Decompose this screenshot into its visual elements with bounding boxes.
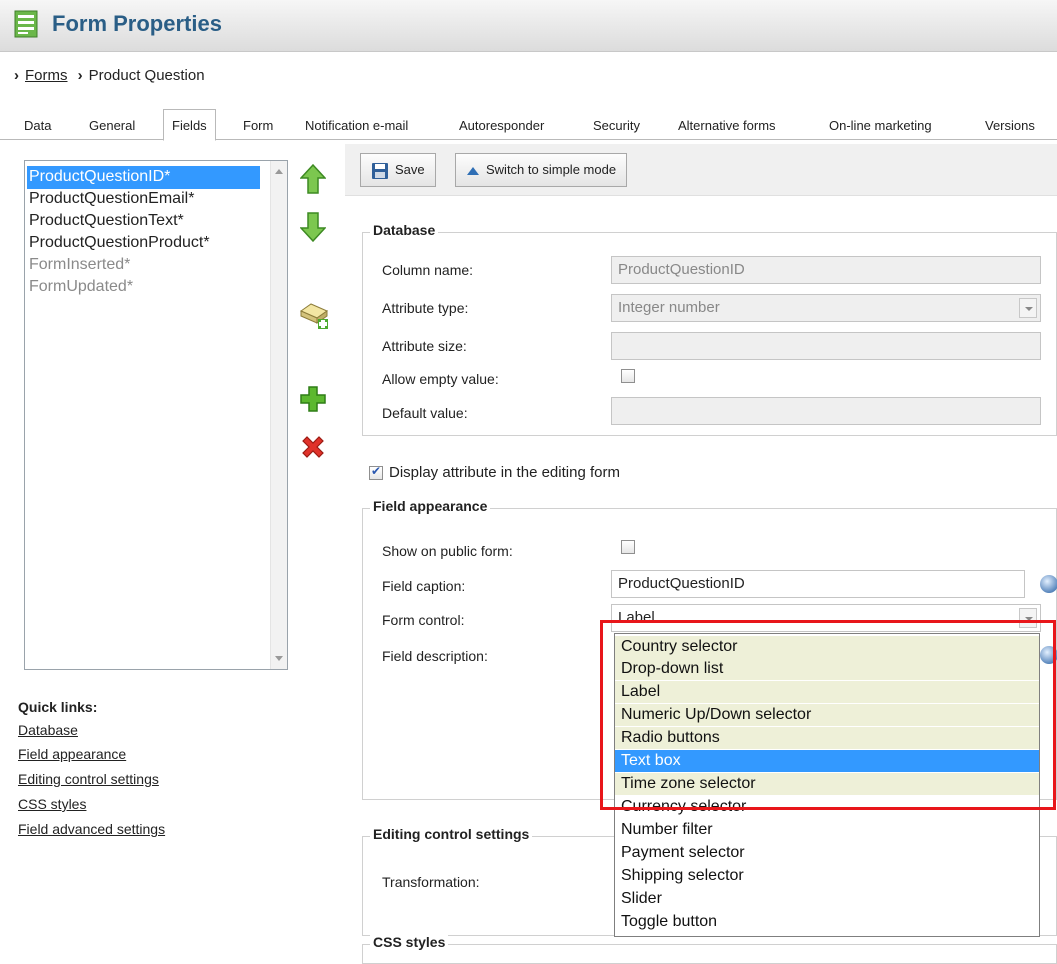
form-control-label: Form control: [382, 612, 465, 628]
editor-toolbar [345, 144, 1057, 196]
quick-links-title: Quick links: [18, 699, 98, 715]
field-list[interactable]: ProductQuestionID* ProductQuestionEmail*… [24, 160, 288, 670]
quick-link-field-advanced-settings[interactable]: Field advanced settings [18, 821, 165, 837]
globe-icon[interactable] [1040, 575, 1057, 593]
save-button-label: Save [395, 162, 425, 177]
show-public-label: Show on public form: [382, 543, 513, 559]
display-attribute-checkbox[interactable] [369, 464, 383, 480]
breadcrumb-arrow-icon: › [14, 67, 19, 84]
triangle-up-icon [467, 166, 479, 175]
chevron-down-icon[interactable] [1019, 298, 1037, 318]
tab-bar: Data General Fields Form Notification e-… [0, 109, 1057, 141]
field-list-item[interactable]: FormUpdated* [27, 276, 133, 299]
tab-notification-email[interactable]: Notification e-mail [305, 118, 408, 133]
tab-general[interactable]: General [89, 118, 135, 133]
switch-simple-mode-label: Switch to simple mode [486, 162, 617, 177]
dropdown-option[interactable]: Slider [615, 888, 1039, 910]
quick-link-editing-control-settings[interactable]: Editing control settings [18, 771, 159, 787]
tab-versions[interactable]: Versions [985, 118, 1035, 133]
tab-fields[interactable]: Fields [163, 109, 216, 141]
dropdown-option[interactable]: Payment selector [615, 842, 1039, 864]
field-list-item[interactable]: ProductQuestionProduct* [27, 232, 210, 255]
dropdown-option[interactable]: Toggle button [615, 911, 1039, 933]
attribute-type-select[interactable]: Integer number [611, 294, 1041, 322]
transformation-label: Transformation: [382, 874, 480, 890]
css-styles-legend: CSS styles [370, 934, 449, 950]
tab-data[interactable]: Data [24, 118, 51, 133]
tab-form[interactable]: Form [243, 118, 273, 133]
default-value-label: Default value: [382, 405, 468, 421]
tab-autoresponder[interactable]: Autoresponder [459, 118, 544, 133]
breadcrumb-arrow-icon: › [77, 67, 83, 84]
field-description-label: Field description: [382, 648, 488, 664]
field-list-item[interactable]: FormInserted* [27, 254, 130, 277]
allow-empty-checkbox[interactable] [621, 369, 635, 383]
column-name-label: Column name: [382, 262, 474, 278]
scroll-down-icon[interactable] [275, 656, 283, 661]
tab-online-marketing[interactable]: On-line marketing [829, 118, 932, 133]
allow-empty-label: Allow empty value: [382, 371, 499, 387]
move-up-icon[interactable] [300, 164, 326, 194]
breadcrumb: › Forms › Product Question [14, 67, 205, 84]
attribute-size-input[interactable] [611, 332, 1041, 360]
save-button[interactable]: Save [360, 153, 436, 187]
attribute-size-label: Attribute size: [382, 338, 467, 354]
quick-link-field-appearance[interactable]: Field appearance [18, 746, 126, 762]
move-down-icon[interactable] [300, 212, 326, 242]
tab-security[interactable]: Security [593, 118, 640, 133]
form-document-icon [14, 10, 38, 38]
show-public-checkbox[interactable] [621, 540, 635, 554]
field-appearance-legend: Field appearance [370, 498, 491, 514]
page-title: Form Properties [52, 11, 222, 36]
quick-link-css-styles[interactable]: CSS styles [18, 796, 86, 812]
save-icon [372, 162, 388, 179]
field-list-item[interactable]: ProductQuestionID* [27, 166, 260, 189]
switch-simple-mode-button[interactable]: Switch to simple mode [455, 153, 628, 187]
new-category-icon[interactable] [299, 302, 329, 330]
field-caption-input[interactable]: ProductQuestionID [611, 570, 1025, 598]
delete-field-icon[interactable] [300, 434, 326, 460]
field-list-scrollbar[interactable] [270, 161, 287, 669]
css-styles-section [362, 944, 1057, 964]
attribute-type-label: Attribute type: [382, 300, 469, 316]
scroll-up-icon[interactable] [275, 169, 283, 174]
breadcrumb-current: Product Question [88, 67, 205, 84]
dropdown-option[interactable]: Shipping selector [615, 865, 1039, 887]
dropdown-option[interactable]: Number filter [615, 819, 1039, 841]
editing-control-legend: Editing control settings [370, 826, 533, 842]
field-caption-label: Field caption: [382, 578, 466, 594]
field-list-item[interactable]: ProductQuestionText* [27, 210, 184, 233]
database-legend: Database [370, 222, 439, 238]
tab-alternative-forms[interactable]: Alternative forms [678, 118, 776, 133]
column-name-input[interactable]: ProductQuestionID [611, 256, 1041, 284]
attribute-type-value: Integer number [618, 299, 720, 316]
default-value-input[interactable] [611, 397, 1041, 425]
quick-link-database[interactable]: Database [18, 722, 78, 738]
field-list-item[interactable]: ProductQuestionEmail* [27, 188, 194, 211]
breadcrumb-link-forms[interactable]: Forms [25, 67, 68, 84]
display-attribute-label: Display attribute in the editing form [389, 464, 620, 481]
add-field-icon[interactable] [300, 386, 326, 412]
title-bar: Form Properties [0, 0, 1057, 52]
highlight-box [600, 620, 1056, 810]
